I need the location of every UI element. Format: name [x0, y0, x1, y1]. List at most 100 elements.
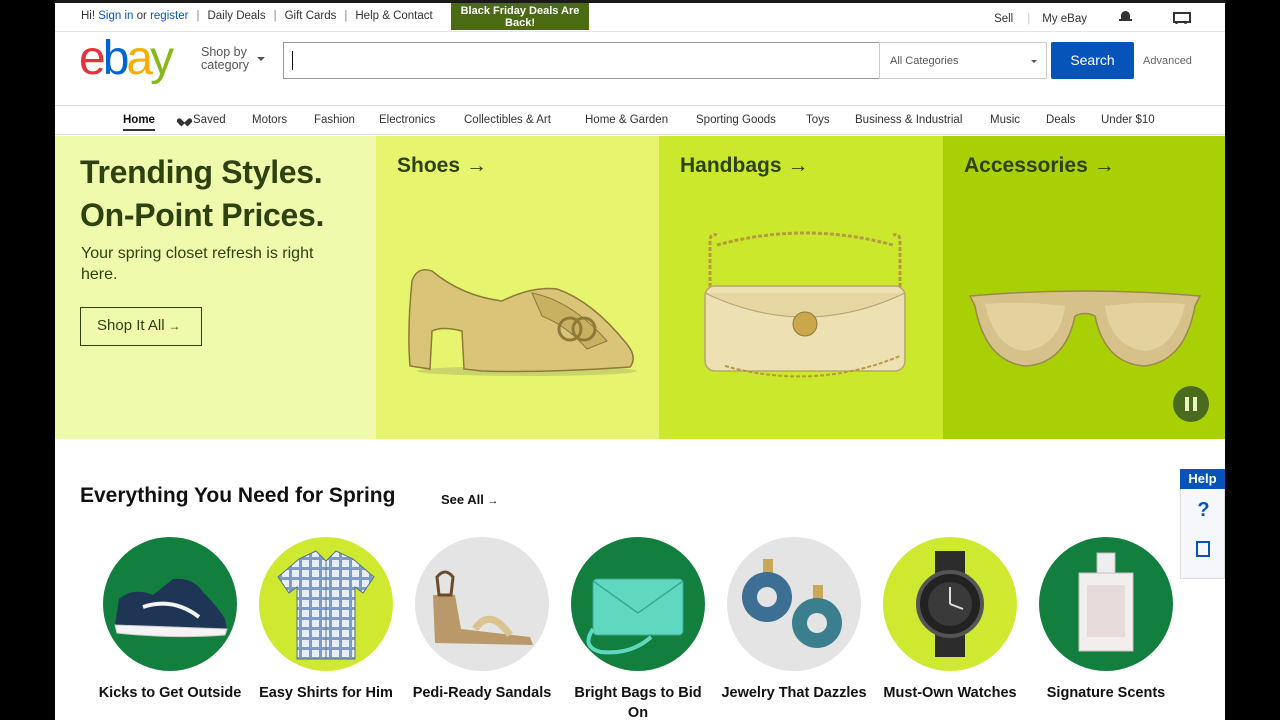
category-label: Must-Own Watches — [883, 685, 1017, 701]
question-icon[interactable]: ? — [1181, 499, 1225, 522]
hero-panel-shoes[interactable]: Shoes → — [376, 136, 659, 439]
category-tile-shirts[interactable]: Easy Shirts for Him — [251, 537, 401, 703]
panel-title: Accessories — [964, 154, 1088, 177]
category-label: Kicks to Get Outside — [98, 685, 242, 701]
shop-it-all-button[interactable]: Shop It All → — [80, 307, 202, 346]
gold-mirrored-sunglasses-image — [968, 290, 1202, 367]
chevron-down-icon — [1031, 60, 1037, 66]
shop-by-category-label: Shop by category — [201, 45, 249, 72]
nav-item-label: Saved — [193, 114, 226, 126]
category-image — [883, 537, 1017, 671]
text-cursor — [292, 51, 293, 70]
search-input-container[interactable] — [283, 42, 880, 79]
divider: | — [344, 10, 348, 22]
carousel-pause-button[interactable] — [1173, 386, 1209, 422]
nav-item-music[interactable]: Music — [990, 114, 1020, 126]
nav-item-home[interactable]: Home — [123, 114, 155, 131]
category-tile-kicks[interactable]: Kicks to Get Outside — [95, 537, 245, 703]
nav-item-collectibles-art[interactable]: Collectibles & Art — [464, 114, 551, 126]
category-label: Bright Bags to Bid On — [574, 685, 702, 720]
category-label: Easy Shirts for Him — [259, 685, 393, 701]
advanced-search-link[interactable]: Advanced — [1143, 55, 1192, 67]
see-all-label: See All — [441, 492, 484, 507]
my-ebay-link[interactable]: My eBay — [1042, 13, 1087, 25]
hero-title: Trending Styles. On-Point Prices. — [80, 154, 325, 233]
category-tile-jewelry[interactable]: Jewelry That Dazzles — [719, 537, 869, 703]
hero-subtitle: Your spring closet refresh is right here… — [81, 245, 314, 283]
or-text: or — [136, 10, 147, 22]
panel-title: Shoes — [397, 154, 461, 177]
top-utility-bar: Hi! Sign in or register | Daily Deals | … — [55, 3, 1225, 32]
help-widget: Help ? — [1180, 469, 1225, 579]
hero-panel-accessories[interactable]: Accessories → — [943, 136, 1225, 439]
nav-item-motors[interactable]: Motors — [252, 114, 287, 126]
category-tile-scents[interactable]: Signature Scents — [1031, 537, 1181, 703]
site-header: ebay Shop by category All Categories Sea… — [55, 33, 1225, 105]
category-nav: Home Saved Motors Fashion Electronics Co… — [55, 105, 1225, 135]
sell-link[interactable]: Sell — [994, 13, 1013, 25]
ebay-logo[interactable]: ebay — [79, 35, 174, 83]
hero-intro: Trending Styles. On-Point Prices. Your s… — [55, 136, 376, 439]
heart-icon — [180, 115, 189, 123]
cart-icon[interactable] — [1170, 10, 1191, 24]
arrow-right-icon: → — [487, 495, 499, 507]
nav-item-sporting-goods[interactable]: Sporting Goods — [696, 114, 776, 126]
chevron-down-icon — [257, 57, 265, 65]
category-tile-sandals[interactable]: Pedi-Ready Sandals — [407, 537, 557, 703]
browser-page: Hi! Sign in or register | Daily Deals | … — [55, 0, 1225, 720]
search-input[interactable] — [284, 43, 879, 78]
arrow-right-icon: → — [168, 319, 181, 333]
nav-item-home-garden[interactable]: Home & Garden — [585, 114, 668, 126]
daily-deals-link[interactable]: Daily Deals — [207, 10, 265, 22]
bell-icon[interactable] — [1119, 10, 1132, 24]
nav-item-under-10[interactable]: Under $10 — [1101, 114, 1155, 126]
section-title: Everything You Need for Spring — [80, 484, 396, 507]
help-contact-link[interactable]: Help & Contact — [355, 10, 432, 22]
shop-it-all-label: Shop It All — [97, 317, 165, 334]
nav-item-saved[interactable]: Saved — [180, 114, 226, 126]
category-tile-bags[interactable]: Bright Bags to Bid On — [563, 537, 713, 720]
arrow-right-icon: → — [466, 154, 488, 177]
perfume-bottle-image — [1078, 552, 1134, 652]
shop-by-category-button[interactable]: Shop by category — [201, 45, 265, 72]
gift-cards-link[interactable]: Gift Cards — [285, 10, 337, 22]
nav-item-toys[interactable]: Toys — [806, 114, 830, 126]
register-link[interactable]: register — [150, 10, 188, 22]
arrow-right-icon: → — [1093, 154, 1115, 177]
gold-loafer-shoe-image — [408, 269, 637, 376]
feedback-edit-icon[interactable] — [1196, 541, 1210, 557]
divider: | — [1027, 12, 1031, 25]
nav-item-business-industrial[interactable]: Business & Industrial — [855, 114, 962, 126]
see-all-link[interactable]: See All → — [441, 492, 499, 507]
cream-chain-handbag-image — [704, 231, 906, 378]
sign-in-link[interactable]: Sign in — [98, 10, 133, 22]
nav-item-fashion[interactable]: Fashion — [314, 114, 355, 126]
category-select-value: All Categories — [890, 55, 959, 67]
help-tab[interactable]: Help — [1180, 469, 1225, 489]
hero-carousel: Trending Styles. On-Point Prices. Your s… — [55, 136, 1225, 439]
wedge-sandal-image — [433, 570, 533, 645]
greeting-text: Hi! — [81, 10, 96, 22]
abalone-earrings-image — [742, 559, 842, 648]
black-friday-promo-banner[interactable]: Black Friday Deals Are Back! — [451, 3, 589, 30]
category-tile-watches[interactable]: Must-Own Watches — [875, 537, 1025, 703]
category-select[interactable]: All Categories — [879, 42, 1047, 79]
category-image — [727, 537, 861, 671]
nav-item-electronics[interactable]: Electronics — [379, 114, 435, 126]
panel-title: Handbags — [680, 154, 782, 177]
nav-item-deals[interactable]: Deals — [1046, 114, 1075, 126]
category-image — [103, 537, 237, 671]
category-label: Signature Scents — [1046, 685, 1166, 701]
search-button[interactable]: Search — [1051, 42, 1134, 79]
category-label: Pedi-Ready Sandals — [412, 685, 552, 701]
teal-clutch-image — [586, 578, 684, 655]
divider: | — [273, 10, 277, 22]
sneaker-image — [114, 578, 228, 638]
category-label: Jewelry That Dazzles — [721, 685, 867, 701]
hero-panel-handbags[interactable]: Handbags → — [659, 136, 943, 439]
arrow-right-icon: → — [787, 154, 809, 177]
category-image — [1039, 537, 1173, 671]
category-image — [415, 537, 549, 671]
black-watch-image — [916, 551, 984, 657]
category-image — [259, 537, 393, 671]
